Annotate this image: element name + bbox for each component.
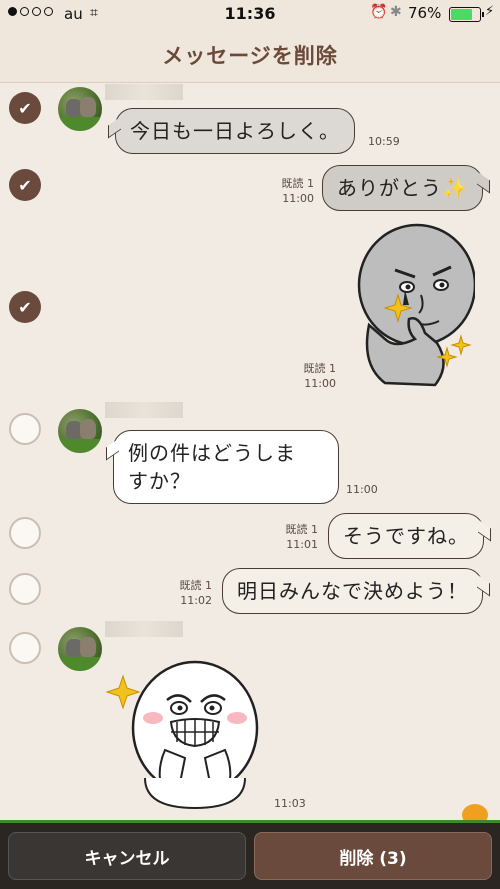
- battery-percent: 76%: [408, 4, 442, 22]
- message-bubble[interactable]: 明日みんなで決めよう！: [222, 568, 483, 614]
- sender-name-blurred: [105, 84, 183, 100]
- message-time: 11:03: [274, 797, 306, 810]
- action-bar: キャンセル 削除 (3): [0, 820, 500, 889]
- moon-sticker[interactable]: [355, 215, 475, 393]
- check-icon: ✔: [18, 98, 32, 118]
- read-receipt: 既読 1: [179, 579, 213, 592]
- cancel-button[interactable]: キャンセル: [8, 832, 246, 880]
- delete-button[interactable]: 削除 (3): [254, 832, 492, 880]
- check-icon: ✔: [18, 175, 32, 195]
- message-time: 10:59: [368, 135, 400, 148]
- select-checkbox-message-4[interactable]: [9, 413, 41, 445]
- read-receipt: 既読 1: [281, 177, 315, 190]
- moon-laughing-sticker[interactable]: [105, 658, 265, 810]
- read-receipt: 既読 1: [303, 362, 337, 375]
- select-checkbox-message-2[interactable]: ✔: [9, 169, 41, 201]
- message-bubble[interactable]: ありがとう✨: [322, 165, 483, 211]
- avatar[interactable]: [58, 87, 102, 131]
- avatar[interactable]: [58, 627, 102, 671]
- charging-icon: ⚡: [485, 4, 495, 19]
- message-time: 11:02: [180, 594, 212, 607]
- select-checkbox-message-7[interactable]: [9, 632, 41, 664]
- select-checkbox-message-3[interactable]: ✔: [9, 291, 41, 323]
- message-time: 11:00: [304, 377, 336, 390]
- alarm-icon: ⏰: [370, 4, 388, 20]
- message-line: 例の件はどうしま: [128, 441, 296, 465]
- select-checkbox-message-5[interactable]: [9, 517, 41, 549]
- select-checkbox-message-6[interactable]: [9, 573, 41, 605]
- message-time: 11:00: [282, 192, 314, 205]
- sender-name-blurred: [105, 621, 183, 637]
- sender-name-blurred: [105, 402, 183, 418]
- avatar[interactable]: [58, 409, 102, 453]
- status-bar: au ⌗ 11:36 ⏰ ✱ 76% ⚡: [0, 0, 500, 28]
- message-bubble[interactable]: 例の件はどうしま すか？: [113, 430, 339, 504]
- message-bubble[interactable]: 今日も一日よろしく。: [115, 108, 355, 154]
- select-checkbox-message-1[interactable]: ✔: [9, 92, 41, 124]
- message-bubble[interactable]: そうですね。: [328, 513, 484, 559]
- bluetooth-icon: ✱: [390, 4, 402, 20]
- message-time: 11:01: [286, 538, 318, 551]
- header: メッセージを削除: [0, 28, 500, 83]
- message-line: すか？: [128, 469, 191, 493]
- read-receipt: 既読 1: [285, 523, 319, 536]
- battery-icon: [449, 7, 484, 22]
- check-icon: ✔: [18, 297, 32, 317]
- message-time: 11:00: [346, 483, 378, 496]
- page-title: メッセージを削除: [162, 44, 338, 68]
